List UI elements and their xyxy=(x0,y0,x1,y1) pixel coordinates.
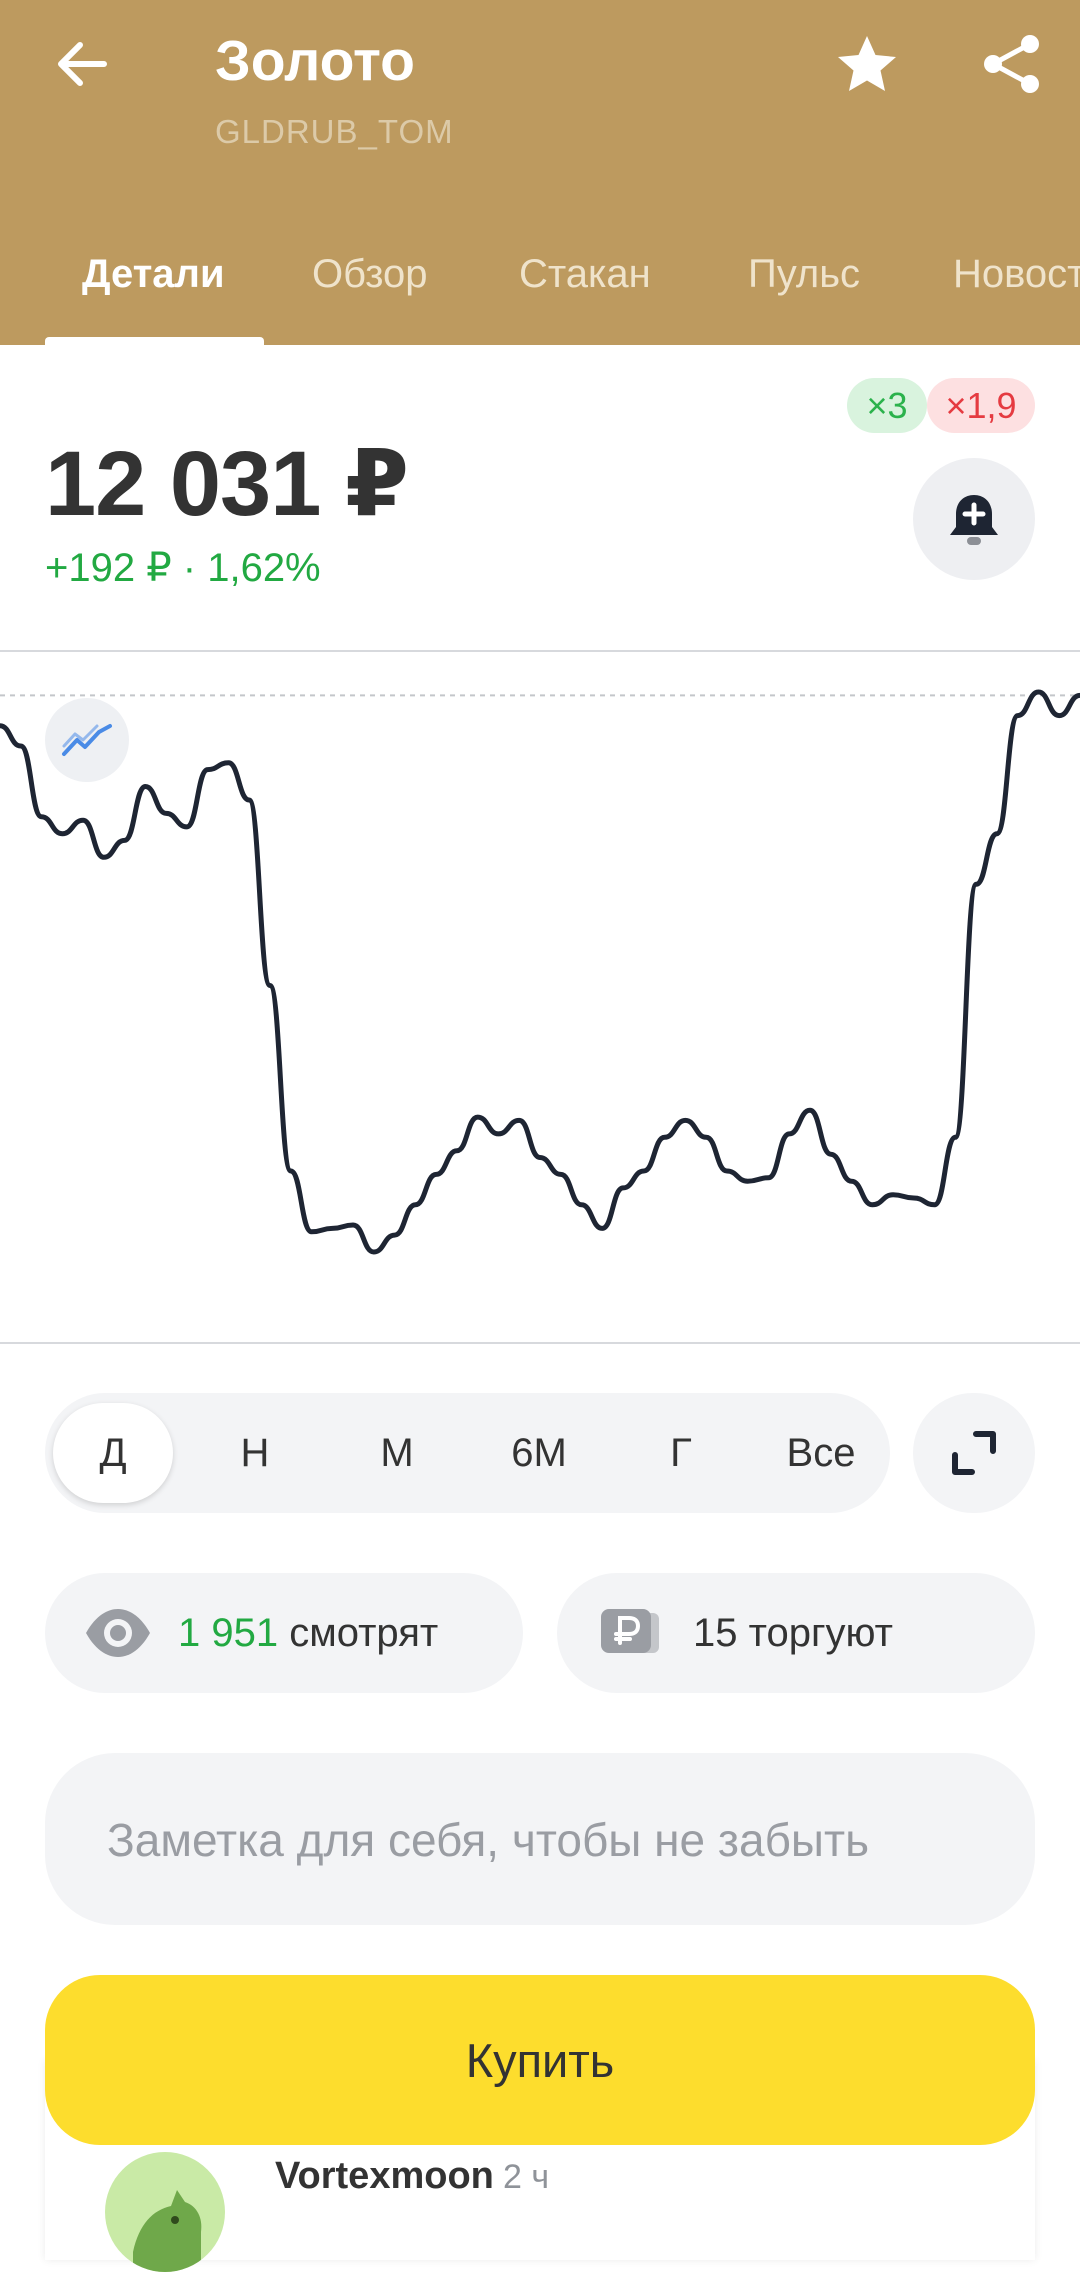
share-button[interactable] xyxy=(980,32,1044,96)
tab-overview[interactable]: Обзор xyxy=(312,252,428,297)
line-chart-icon xyxy=(62,724,112,756)
price-chart[interactable] xyxy=(0,652,1080,1342)
price-change: +192 ₽ · 1,62% xyxy=(45,546,321,590)
expand-icon xyxy=(952,1431,996,1475)
post-author[interactable]: Vortexmoon xyxy=(275,2155,494,2198)
period-all[interactable]: Все xyxy=(761,1393,881,1513)
chart-type-button[interactable] xyxy=(45,698,129,782)
back-button[interactable] xyxy=(50,32,114,96)
buy-button[interactable]: Купить xyxy=(45,1975,1035,2145)
tab-pulse[interactable]: Пульс xyxy=(748,252,860,297)
avatar-image xyxy=(133,2190,202,2272)
note-container xyxy=(45,1753,1035,1927)
ticker-symbol: GLDRUB_TOM xyxy=(215,113,454,150)
period-year[interactable]: Г xyxy=(621,1393,741,1513)
traders-label: 15 торгуют xyxy=(693,1611,893,1655)
tab-news[interactable]: Новости xyxy=(953,252,1080,297)
period-week[interactable]: Н xyxy=(195,1393,315,1513)
page-title: Золото xyxy=(215,29,415,93)
long-leverage-badge: ×3 xyxy=(847,378,927,433)
ruble-card-icon xyxy=(601,1609,659,1653)
period-day[interactable]: Д xyxy=(53,1403,173,1503)
star-icon xyxy=(838,36,896,91)
watchers-count: 1 951 xyxy=(178,1611,279,1655)
chart-bottom-divider xyxy=(0,1342,1080,1344)
avatar[interactable] xyxy=(105,2152,225,2272)
watchers-label: смотрят xyxy=(289,1611,439,1655)
period-selector: Д Н М 6М Г Все xyxy=(45,1393,890,1513)
active-tab-indicator xyxy=(45,337,264,345)
period-6-months[interactable]: 6М xyxy=(479,1393,599,1513)
short-leverage-badge: ×1,9 xyxy=(927,378,1035,433)
tab-details[interactable]: Детали xyxy=(82,252,225,297)
tab-bar: Детали Обзор Стакан Пульс Новости xyxy=(0,230,1080,345)
share-icon xyxy=(984,35,1039,93)
note-input[interactable] xyxy=(105,1753,989,1927)
fullscreen-button[interactable] xyxy=(913,1393,1035,1513)
bell-plus-icon xyxy=(950,495,998,545)
current-price: 12 031 ₽ xyxy=(45,433,409,535)
traders-chip[interactable]: 15 торгуют xyxy=(557,1573,1035,1693)
arrow-left-icon xyxy=(58,42,107,86)
tab-order-book[interactable]: Стакан xyxy=(519,252,651,297)
post-time: 2 ч xyxy=(503,2158,550,2196)
price-line xyxy=(0,689,1080,1255)
favorite-button[interactable] xyxy=(835,32,899,96)
app-header: Золото GLDRUB_TOM Детали Обзор Стакан Пу… xyxy=(0,0,1080,345)
eye-icon xyxy=(86,1609,150,1657)
price-alert-button[interactable] xyxy=(913,458,1035,580)
period-month[interactable]: М xyxy=(337,1393,457,1513)
watchers-chip[interactable]: 1 951 смотрят xyxy=(45,1573,523,1693)
